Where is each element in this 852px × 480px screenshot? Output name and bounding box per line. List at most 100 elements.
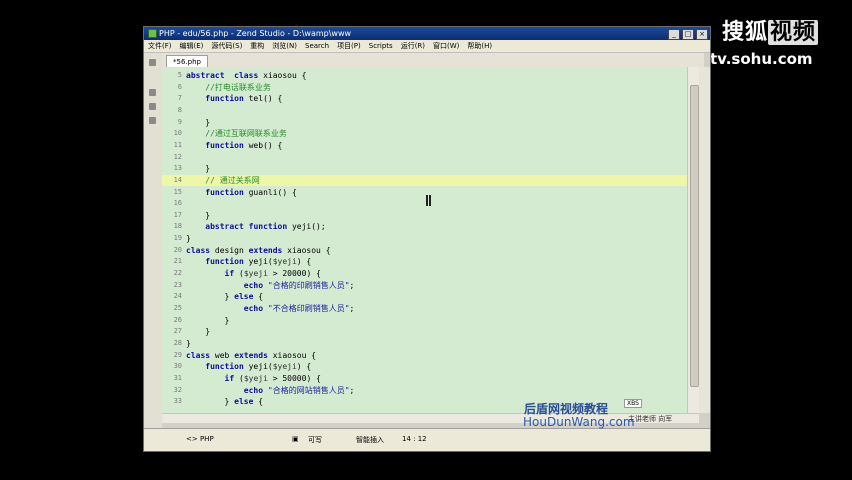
code-text: } else { (186, 396, 264, 408)
code-line[interactable]: 33 } else { (162, 396, 687, 408)
code-token: web() { (243, 140, 283, 150)
code-text: abstract class xiaosou { (186, 70, 306, 82)
code-line[interactable]: 15 function guanli() { (162, 187, 687, 199)
code-line[interactable]: 30 function yeji($yeji) { (162, 361, 687, 373)
line-number: 14 (173, 175, 182, 184)
code-token: ( (234, 269, 244, 279)
code-line[interactable]: 27 } (162, 326, 687, 338)
toolbar-icon[interactable] (149, 59, 156, 66)
code-token: yeji(); (287, 222, 326, 232)
code-line[interactable]: 24 } else { (162, 291, 687, 303)
line-number: 28 (173, 338, 182, 347)
code-token: class (186, 350, 211, 360)
code-line[interactable]: 13 } (162, 163, 687, 175)
code-text: if ($yeji > 20000) { (186, 268, 321, 280)
code-token: > 50000) { (267, 373, 321, 383)
code-text: } (186, 338, 191, 350)
code-token: } (186, 338, 191, 348)
code-line[interactable]: 25 echo "不合格印刷销售人员"; (162, 303, 687, 315)
code-token: xiaosou { (282, 245, 331, 255)
code-token: ) { (296, 257, 312, 267)
code-line[interactable]: 28} (162, 338, 687, 350)
code-token: "合格的印刷销售人员" (267, 280, 350, 290)
code-line[interactable]: 31 if ($yeji > 50000) { (162, 373, 687, 385)
menu-item[interactable]: 文件(F) (144, 40, 176, 52)
code-token: echo (243, 304, 264, 313)
left-toolbar (144, 53, 162, 429)
toolbar-icon[interactable] (149, 103, 156, 110)
maximize-button[interactable]: □ (682, 29, 694, 40)
code-line[interactable]: 32 echo "合格的网站销售人员"; (162, 385, 687, 397)
code-line[interactable]: 11 function web() { (162, 140, 687, 152)
menu-item[interactable]: 窗口(W) (429, 40, 463, 52)
line-number: 24 (173, 292, 182, 301)
code-line[interactable]: 21 function yeji($yeji) { (162, 256, 687, 268)
code-token: > 20000) { (267, 269, 321, 279)
menu-item[interactable]: Scripts (365, 40, 397, 52)
code-token: //通过互联网联系业务 (205, 129, 287, 139)
code-line[interactable]: 9 } (162, 117, 687, 129)
menu-item[interactable]: 运行(R) (397, 40, 429, 52)
code-line[interactable]: 8 (162, 105, 687, 117)
code-token: $yeji (272, 257, 297, 267)
brand-tag: XBS (624, 399, 642, 408)
line-number: 27 (173, 327, 182, 336)
line-number: 25 (173, 304, 182, 312)
code-text: } (186, 210, 210, 222)
code-token: //打电话联系业务 (205, 82, 271, 92)
code-token: function (248, 222, 288, 232)
minimize-button[interactable]: _ (668, 29, 680, 40)
close-button[interactable]: × (696, 29, 708, 40)
code-line[interactable]: 29 class web extends xiaosou { (162, 350, 687, 362)
menu-item[interactable]: 帮助(H) (463, 40, 496, 52)
zend-studio-window: PHP - edu/56.php - Zend Studio - D:\wamp… (143, 26, 711, 452)
code-line[interactable]: 7 function tel() { (162, 93, 687, 105)
code-token: $yeji (272, 362, 297, 372)
menu-item[interactable]: 项目(P) (333, 40, 365, 52)
code-token: else (234, 292, 254, 302)
window-controls: _ □ × (668, 29, 708, 40)
line-number: 26 (173, 315, 182, 324)
zend-app-icon (148, 29, 157, 38)
menu-bar: 文件(F) 编辑(E) 源代码(S) 重构 浏览(N) Search 项目(P) Script… (144, 40, 710, 53)
scrollbar-thumb[interactable] (690, 85, 699, 387)
code-line[interactable]: 5 abstract class xiaosou { (162, 70, 687, 82)
code-line[interactable]: 12 (162, 152, 687, 164)
code-line[interactable]: 18 abstract function yeji(); (162, 221, 687, 233)
menu-item[interactable]: Search (301, 40, 333, 52)
line-number: 33 (173, 397, 182, 406)
window-title: PHP - edu/56.php - Zend Studio - D:\wamp… (159, 29, 352, 38)
code-line[interactable]: 23 echo "合格的印刷销售人员"; (162, 280, 687, 292)
code-line[interactable]: 10 //通过互联网联系业务 (162, 128, 687, 140)
menu-item[interactable]: 重构 (246, 40, 268, 52)
title-bar: PHP - edu/56.php - Zend Studio - D:\wamp… (144, 27, 710, 40)
code-line[interactable]: 16 (162, 198, 687, 210)
code-token: extends (234, 350, 268, 360)
menu-item[interactable]: 浏览(N) (268, 40, 301, 52)
menu-item[interactable]: 源代码(S) (207, 40, 246, 52)
code-token: web (210, 350, 235, 360)
houdunwang-url: HouDunWang.com (523, 415, 635, 429)
line-number: 21 (173, 257, 182, 266)
toolbar-icon[interactable] (149, 89, 156, 96)
code-line[interactable]: 6 //打电话联系业务 (162, 82, 687, 94)
code-line[interactable]: 22 if ($yeji > 20000) { (162, 268, 687, 280)
code-line[interactable]: 14 // 通过关系网 (162, 174, 687, 187)
code-line[interactable]: 19} (162, 233, 687, 245)
code-line[interactable]: 26 } (162, 315, 687, 327)
code-token: $yeji (243, 269, 268, 279)
sohu-watermark: 搜狐视频 (721, 20, 818, 45)
code-line[interactable]: 17 } (162, 210, 687, 222)
menu-item[interactable]: 编辑(E) (176, 40, 208, 52)
code-token: echo (243, 385, 264, 395)
code-token: xiaosou { (258, 71, 307, 80)
toolbar-icon[interactable] (149, 117, 156, 124)
code-line[interactable]: 20 class design extends xiaosou { (162, 245, 687, 257)
code-token: if (224, 373, 235, 383)
code-text: function tel() { (186, 93, 282, 105)
code-editor[interactable]: 5 abstract class xiaosou {6 //打电话联系业务 7 fu… (162, 67, 687, 413)
